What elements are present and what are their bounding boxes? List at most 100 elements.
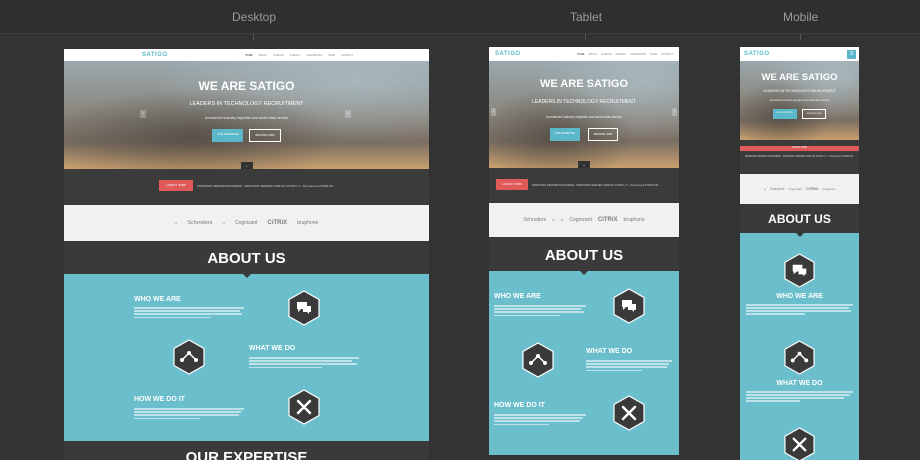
hero-subtitle: LEADERS IN TECHNOLOGY RECRUITMENT (189, 101, 304, 107)
nav-item[interactable]: CLIENTS (601, 53, 612, 56)
section-notch (795, 233, 804, 237)
what-we-do-text (746, 391, 853, 403)
chat-icon (784, 253, 815, 288)
section-notch (242, 274, 251, 278)
our-expertise-button[interactable]: OUR EXPERTISE (212, 129, 244, 142)
jobs-ticker-text[interactable]: WINDOWS SERVER ENGINEER - WINDOWS SERVER… (197, 184, 337, 188)
jobs-ticker: LATEST JOBS WINDOWS SERVER ENGINEER - WI… (740, 140, 859, 174)
nav-item[interactable]: CLIENTS (616, 53, 627, 56)
nav-item[interactable]: HOME (577, 53, 585, 56)
what-we-do-heading: WHAT WE DO (249, 345, 296, 352)
network-icon (173, 339, 205, 375)
what-we-do-text (249, 357, 359, 370)
header-bar (0, 0, 920, 34)
about-title: ABOUT US (207, 250, 286, 267)
jobs-ticker: LATEST JOBS WINDOWS SERVER ENGINEER - WI… (64, 169, 429, 205)
slider-prev-icon[interactable]: ‹ (140, 110, 146, 118)
nav-item[interactable]: HOME (245, 54, 253, 57)
hero-tagline: Unmatched industry expertise and world c… (204, 116, 289, 120)
client-logo: CiTRiX (597, 217, 618, 223)
client-logo: ◎ (174, 221, 178, 225)
about-title: ABOUT US (768, 212, 831, 226)
how-we-do-it-heading: HOW WE DO IT (134, 396, 185, 403)
site-logo[interactable]: SATIGO (744, 51, 770, 57)
nav-item[interactable]: CONTACT (341, 54, 353, 57)
nav-item[interactable]: CANDIDATES (630, 53, 646, 56)
jobs-ticker-text[interactable]: WINDOWS SERVER ENGINEER - WINDOWS SERVER… (532, 183, 672, 187)
tools-icon (784, 427, 815, 460)
tablet-preview: SATIGO HOME ABOUT CLIENTS CLIENTS CANDID… (489, 47, 679, 455)
chat-icon (613, 288, 645, 324)
hero-buttons: OUR EXPERTISE BROWSE JOBS (64, 129, 429, 142)
how-we-do-it-text (494, 414, 586, 427)
client-logo: Cognizant (569, 217, 592, 223)
how-we-do-it-heading: HOW WE DO IT (494, 402, 545, 409)
nav-item[interactable]: TEAM (650, 53, 657, 56)
what-we-do-heading: WHAT WE DO (586, 348, 633, 355)
about-heading-bar: ABOUT US (740, 204, 859, 233)
browse-jobs-button[interactable]: BROWSE JOBS (587, 128, 619, 141)
who-we-are-heading: WHO WE ARE (134, 296, 181, 303)
our-expertise-button[interactable]: OUR EXPERTISE (549, 128, 580, 141)
client-logo: ◎ (552, 218, 555, 222)
nav-item[interactable]: CLIENTS (290, 54, 301, 57)
hero: WE ARE SATIGO LEADERS IN TECHNOLOGY RECR… (64, 61, 429, 169)
who-we-are-text (746, 304, 853, 316)
clients-strip: ◎ Schroders Cognizant CiTRiX bruphone (740, 174, 859, 204)
what-we-do-text (586, 360, 672, 373)
expertise-title: OUR EXPERTISE (185, 449, 308, 460)
browse-jobs-button[interactable]: BROWSE JOBS (249, 129, 281, 142)
tablet-label: Tablet (570, 10, 603, 24)
hero-buttons: OUR EXPERTISE BROWSE JOBS (740, 109, 859, 119)
client-logo: ◎ (222, 221, 225, 225)
nav-item[interactable]: CANDIDATES (306, 54, 322, 57)
latest-jobs-button[interactable]: LATEST JOBS (496, 179, 528, 190)
hero-tagline: Unmatched industry expertise and world c… (545, 115, 622, 119)
client-logo: Cognizant (235, 220, 258, 226)
mobile-divider-tick (800, 34, 801, 40)
our-expertise-button[interactable]: OUR EXPERTISE (772, 109, 797, 119)
nav-item[interactable]: ABOUT (258, 54, 267, 57)
latest-jobs-button[interactable]: LATEST JOBS (159, 180, 193, 191)
network-icon (522, 342, 554, 378)
tablet-divider-tick (585, 34, 586, 40)
browse-jobs-button[interactable]: BROWSE JOBS (801, 109, 827, 119)
scroll-down-icon[interactable]: ⌄ (240, 162, 253, 169)
expertise-heading-bar: OUR EXPERTISE (64, 441, 429, 460)
hero: WE ARE SATIGO LEADERS IN TECHNOLOGY RECR… (489, 61, 679, 168)
about-section: WHO WE ARE WHAT WE DO HOW WE DO IT (64, 274, 429, 441)
nav-bar: SATIGO ≡ (740, 47, 859, 61)
nav-item[interactable]: TEAM (328, 54, 335, 57)
site-logo[interactable]: SATIGO (495, 51, 521, 57)
desktop-divider-tick (253, 34, 254, 40)
slider-prev-icon[interactable]: ‹ (491, 108, 496, 116)
hero-tagline: Unmatched industry expertise and world c… (769, 99, 830, 102)
site-logo[interactable]: SATIGO (142, 52, 168, 58)
nav-item[interactable]: ABOUT (588, 53, 597, 56)
who-we-are-heading: WHO WE ARE (494, 293, 541, 300)
hero-title: WE ARE SATIGO (198, 79, 295, 93)
who-we-are-text (494, 305, 586, 318)
chat-icon (288, 290, 320, 326)
mobile-preview: SATIGO ≡ WE ARE SATIGO LEADERS IN TECHNO… (740, 47, 859, 460)
hamburger-menu-icon[interactable]: ≡ (847, 49, 856, 59)
nav-item[interactable]: CLIENTS (273, 54, 284, 57)
mobile-label: Mobile (783, 10, 819, 24)
slider-next-icon[interactable]: › (672, 108, 677, 116)
client-logo: Schroders (187, 220, 213, 226)
jobs-ticker-text[interactable]: WINDOWS SERVER ENGINEER - WINDOWS SERVER… (745, 155, 855, 159)
about-title: ABOUT US (544, 247, 624, 264)
desktop-preview: SATIGO HOME ABOUT CLIENTS CLIENTS CANDID… (64, 49, 429, 460)
slider-next-icon[interactable]: › (345, 110, 351, 118)
nav-bar: SATIGO HOME ABOUT CLIENTS CLIENTS CANDID… (64, 49, 429, 61)
client-logo: CiTRiX (267, 220, 288, 226)
nav-item[interactable]: CONTACT (661, 53, 673, 56)
client-logo: bruphone (297, 220, 319, 226)
nav-menu: HOME ABOUT CLIENTS CLIENTS CANDIDATES TE… (577, 53, 679, 56)
client-logo: Schroders (523, 217, 547, 223)
latest-jobs-button[interactable]: LATEST JOBS (740, 146, 859, 151)
client-logo: ◎ (560, 218, 564, 222)
jobs-ticker: LATEST JOBS WINDOWS SERVER ENGINEER - WI… (489, 168, 679, 203)
scroll-down-icon[interactable]: ⌄ (578, 161, 590, 168)
about-section: WHO WE ARE WHAT WE DO (740, 233, 859, 460)
